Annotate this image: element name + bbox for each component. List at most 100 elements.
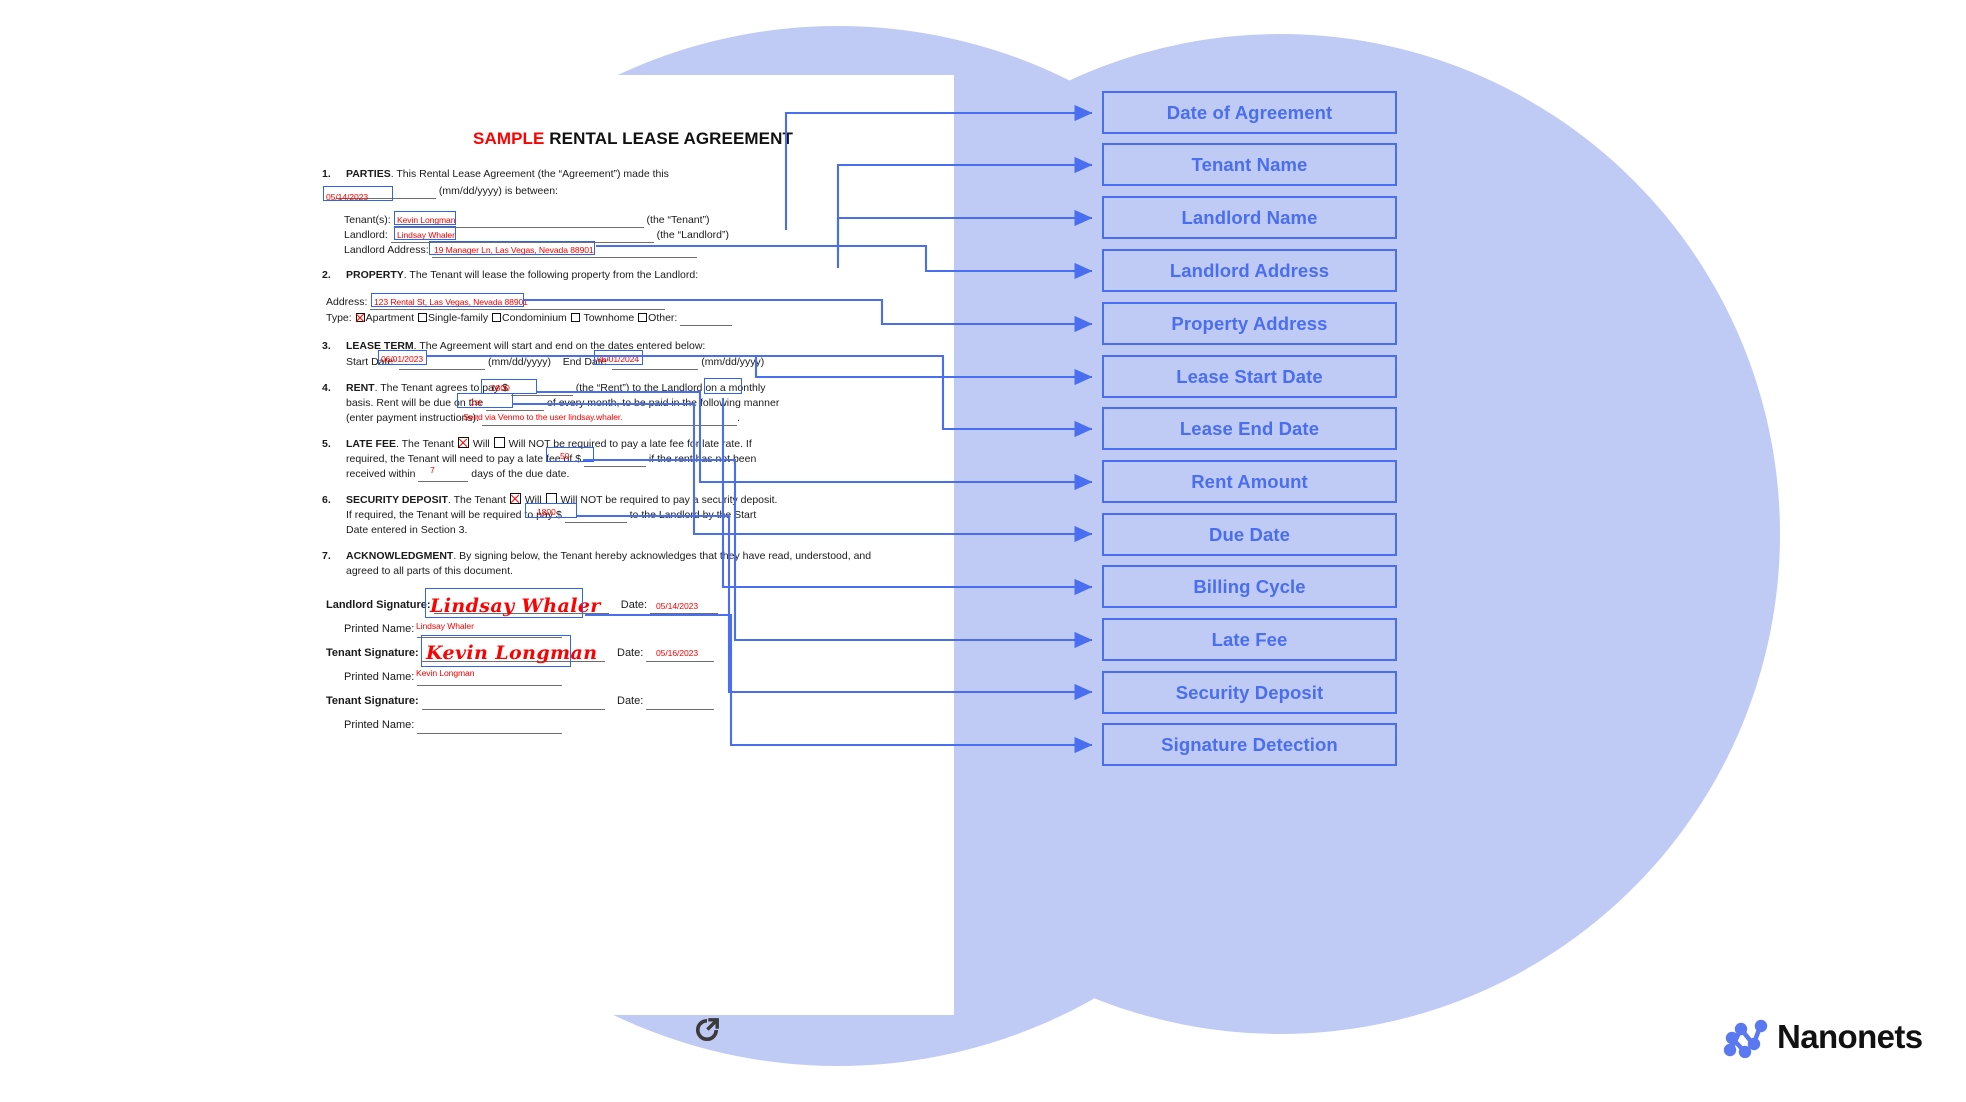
clause-text: . The Tenant [447, 494, 506, 506]
checkbox-deposit-will[interactable] [509, 493, 521, 504]
late-line2-tail: if the rent has not been [648, 452, 757, 465]
value-late-days: 7 [430, 465, 435, 475]
label-the-tenant: (the “Tenant”) [646, 214, 710, 226]
field-label-text: Late Fee [1211, 628, 1288, 650]
clause-heading: RENT [346, 382, 375, 394]
label-printed-name-tenant-2: Printed Name: [344, 719, 415, 731]
label-address: Address: [326, 296, 368, 308]
clause-late-fee: 5. LATE FEE. The Tenant Will Will NOT be… [322, 437, 942, 482]
label-the-landlord: (the “Landlord”) [656, 229, 730, 241]
clause-heading: LATE FEE [346, 438, 396, 450]
value-tenant-printed: Kevin Longman [416, 668, 475, 678]
checkbox-late-fee-will[interactable] [457, 437, 469, 448]
valuebox-billing-cycle [704, 378, 742, 394]
rent-due-tail: of every month, to be paid in the follow… [547, 396, 780, 409]
valuebox-landlord-address [429, 241, 595, 255]
label-tenant-signature: Tenant Signature: [326, 647, 419, 659]
field-label-due-date[interactable]: Due Date [1102, 513, 1397, 556]
clause-number: 4. [322, 382, 331, 394]
label-landlord: Landlord: [344, 229, 388, 241]
valuebox-lease-start [378, 350, 427, 365]
canvas: SAMPLE RENTAL LEASE AGREEMENT 1. PARTIES… [0, 0, 1966, 1102]
refresh-rotate-icon[interactable] [694, 1017, 720, 1043]
valuebox-late-fee [546, 447, 594, 462]
valuebox-rent-amount [481, 379, 537, 394]
field-label-text: Lease Start Date [1176, 365, 1323, 387]
checkbox-apartment[interactable] [355, 313, 365, 322]
label-landlord-address: Landlord Address: [344, 244, 429, 256]
value-tenant-sig-date: 05/16/2023 [656, 648, 699, 658]
clause-number: 7. [322, 550, 331, 562]
field-label-landlord-name[interactable]: Landlord Name [1102, 196, 1397, 239]
label-apartment: Apartment [365, 312, 415, 324]
field-label-billing-cycle[interactable]: Billing Cycle [1102, 565, 1397, 608]
clause-number: 1. [322, 168, 331, 180]
hint-mmddyyyy-start: (mm/dd/yyyy) [488, 355, 552, 368]
valuebox-property-address [371, 293, 524, 307]
checkbox-townhome[interactable] [570, 313, 580, 322]
rental-lease-document: SAMPLE RENTAL LEASE AGREEMENT 1. PARTIES… [308, 75, 954, 1042]
field-label-signature-detection[interactable]: Signature Detection [1102, 723, 1397, 766]
clause-property: 2. PROPERTY. The Tenant will lease the f… [322, 268, 942, 283]
late-line3a: received within [346, 467, 416, 480]
clause-heading: PARTIES [346, 168, 391, 180]
field-label-text: Date of Agreement [1166, 101, 1333, 123]
label-printed-name-tenant: Printed Name: [344, 671, 415, 683]
title-sample-word: SAMPLE [473, 129, 545, 148]
checkbox-other[interactable] [638, 313, 648, 322]
clause-number: 2. [322, 269, 331, 281]
label-townhome: Townhome [583, 312, 635, 324]
clause-text: . The Tenant will lease the following pr… [403, 269, 699, 281]
field-label-text: Rent Amount [1191, 470, 1308, 492]
valuebox-tenant-name [394, 211, 456, 225]
label-landlord-signature: Landlord Signature: [326, 599, 431, 611]
field-label-text: Landlord Address [1169, 259, 1330, 281]
field-label-text: Security Deposit [1175, 681, 1324, 703]
clause-rent: 4. RENT. The Tenant agrees to pay $ (the… [322, 382, 780, 426]
late-line2: required, the Tenant will need to pay a … [346, 452, 573, 465]
sd-line2-tail: to the Landlord by the Start [629, 508, 757, 521]
clause-text: . The Tenant [395, 438, 454, 450]
field-label-lease-start-date[interactable]: Lease Start Date [1102, 355, 1397, 398]
label-date-tenant: Date: [617, 647, 644, 659]
checkbox-condominium[interactable] [492, 313, 502, 322]
field-label-text: Tenant Name [1191, 153, 1308, 175]
field-label-tenant-name[interactable]: Tenant Name [1102, 143, 1397, 186]
date-format-hint: (mm/dd/yyyy) is between: [438, 184, 558, 197]
valuebox-due-day [457, 393, 513, 408]
clause-heading: ACKNOWLEDGMENT [346, 550, 454, 562]
field-label-text: Due Date [1209, 523, 1290, 545]
field-label-rent-amount[interactable]: Rent Amount [1102, 460, 1397, 503]
field-label-security-deposit[interactable]: Security Deposit [1102, 671, 1397, 714]
value-landlord-sig-date: 05/14/2023 [656, 601, 699, 611]
clause-parties: 1. PARTIES. This Rental Lease Agreement … [322, 167, 942, 199]
label-tenants: Tenant(s): [344, 214, 391, 226]
value-payment-instructions: Send via Venmo to the user lindsay.whale… [463, 412, 623, 422]
label-condominium: Condominium [502, 312, 567, 324]
field-label-text: Landlord Name [1181, 206, 1318, 228]
label-deposit-willnot: Will NOT be required to pay a security d… [560, 494, 778, 506]
checkbox-single-family[interactable] [417, 313, 427, 322]
label-late-will: Will [472, 438, 490, 450]
valuebox-security-deposit [525, 503, 577, 518]
clause-text: . This Rental Lease Agreement (the “Agre… [390, 168, 669, 180]
clause-number: 6. [322, 494, 331, 506]
checkbox-late-fee-will-not[interactable] [493, 437, 505, 448]
field-label-lease-end-date[interactable]: Lease End Date [1102, 407, 1397, 450]
field-label-landlord-address[interactable]: Landlord Address [1102, 249, 1397, 292]
sd-line3: Date entered in Section 3. [346, 523, 468, 536]
brand-name: Nanonets [1777, 1018, 1923, 1055]
field-label-date-of-agreement[interactable]: Date of Agreement [1102, 91, 1397, 134]
valuebox-lease-end [594, 350, 643, 365]
field-label-text: Signature Detection [1161, 733, 1338, 755]
property-type-row: Type: Apartment Single-family Condominiu… [326, 311, 936, 327]
clause-number: 3. [322, 340, 331, 352]
clause-heading: SECURITY DEPOSIT [346, 494, 448, 506]
valuebox-landlord-signature [425, 588, 583, 618]
field-label-property-address[interactable]: Property Address [1102, 302, 1397, 345]
field-label-late-fee[interactable]: Late Fee [1102, 618, 1397, 661]
rent-instructions-label: (enter payment instructions): [346, 411, 480, 424]
label-printed-name-landlord: Printed Name: [344, 623, 415, 635]
brand-lockup: Nanonets [1722, 1016, 1923, 1058]
late-line3b: days of the due date. [471, 467, 570, 480]
